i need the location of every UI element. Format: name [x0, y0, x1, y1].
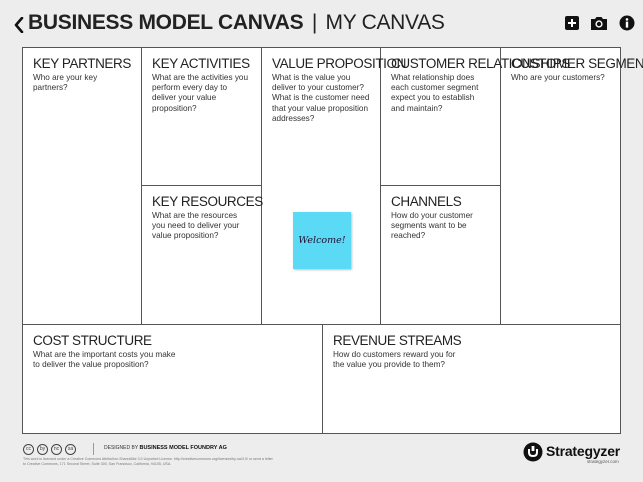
key-partners-block[interactable]: KEY PARTNERS Who are your key partners?: [23, 48, 142, 325]
channels-block[interactable]: CHANNELS How do your customer segments w…: [381, 186, 501, 325]
title-separator: |: [311, 11, 317, 34]
block-prompt: What are the activities you perform ever…: [152, 73, 249, 113]
customer-segments-block[interactable]: CUSTOMER SEGMENTS Who are your customers…: [501, 48, 643, 325]
sticky-note[interactable]: Welcome!: [293, 212, 351, 269]
back-button[interactable]: [10, 14, 28, 36]
noncommercial-icon: nc: [51, 444, 62, 455]
chevron-left-icon: [14, 17, 24, 33]
block-prompt: What are the resources you need to deliv…: [152, 211, 240, 241]
canvas-name[interactable]: MY CANVAS: [326, 11, 445, 34]
designed-by-prefix: DESIGNED BY: [104, 445, 139, 451]
block-title: COST STRUCTURE: [33, 333, 152, 348]
top-bar: BUSINESS MODEL CANVAS | MY CANVAS: [0, 0, 643, 48]
cc-icon: cc: [23, 444, 34, 455]
info-icon: [619, 15, 635, 31]
block-title: REVENUE STREAMS: [333, 333, 462, 348]
designed-by: DESIGNED BY BUSINESS MODEL FOUNDRY AG: [104, 445, 227, 451]
customer-relationships-block[interactable]: CUSTOMER RELATIONSHIPS What relationship…: [381, 48, 570, 186]
block-prompt: How do customers reward you for the valu…: [333, 350, 456, 370]
add-button[interactable]: [564, 15, 582, 33]
block-title: CHANNELS: [391, 194, 462, 209]
brand-url[interactable]: strategyzer.com: [587, 459, 619, 464]
designed-by-name: BUSINESS MODEL FOUNDRY AG: [139, 445, 227, 451]
block-title: KEY RESOURCES: [152, 194, 263, 209]
license-icons: cc by nc sa: [23, 444, 76, 455]
revenue-streams-block[interactable]: REVENUE STREAMS How do customers reward …: [323, 325, 620, 433]
block-title: CUSTOMER RELATIONSHIPS: [391, 56, 570, 71]
footer-divider: [93, 443, 94, 455]
block-prompt: How do your customer segments want to be…: [391, 211, 473, 241]
camera-icon: [591, 17, 607, 30]
camera-button[interactable]: [590, 15, 608, 33]
add-square-icon: [565, 16, 579, 30]
business-model-canvas: KEY PARTNERS Who are your key partners? …: [22, 47, 643, 434]
strategyzer-logo-icon: [523, 442, 543, 462]
app-title: BUSINESS MODEL CANVAS: [28, 11, 304, 34]
key-resources-block[interactable]: KEY RESOURCES What are the resources you…: [142, 186, 263, 325]
value-proposition-block[interactable]: VALUE PROPOSITION What is the value you …: [262, 48, 406, 325]
footer: cc by nc sa DESIGNED BY BUSINESS MODEL F…: [0, 436, 643, 482]
key-activities-block[interactable]: KEY ACTIVITIES What are the activities y…: [142, 48, 262, 186]
block-prompt: Who are your customers?: [511, 73, 605, 82]
block-prompt: Who are your key partners?: [33, 73, 98, 93]
block-prompt: What are the important costs you make to…: [33, 350, 176, 370]
license-text: This work is licensed under a Creative C…: [23, 457, 273, 466]
page-title: BUSINESS MODEL CANVAS | MY CANVAS: [28, 11, 445, 35]
block-prompt: What relationship does each customer seg…: [391, 73, 479, 113]
block-title: VALUE PROPOSITION: [272, 56, 406, 71]
brand-name[interactable]: Strategyzer: [546, 443, 620, 459]
share-alike-icon: sa: [65, 444, 76, 455]
cost-structure-block[interactable]: COST STRUCTURE What are the important co…: [23, 325, 323, 433]
block-title: KEY PARTNERS: [33, 56, 131, 71]
attribution-icon: by: [37, 444, 48, 455]
info-button[interactable]: [619, 15, 637, 33]
block-prompt: What is the value you deliver to your cu…: [272, 73, 370, 123]
block-title: CUSTOMER SEGMENTS: [511, 56, 643, 71]
block-title: KEY ACTIVITIES: [152, 56, 250, 71]
